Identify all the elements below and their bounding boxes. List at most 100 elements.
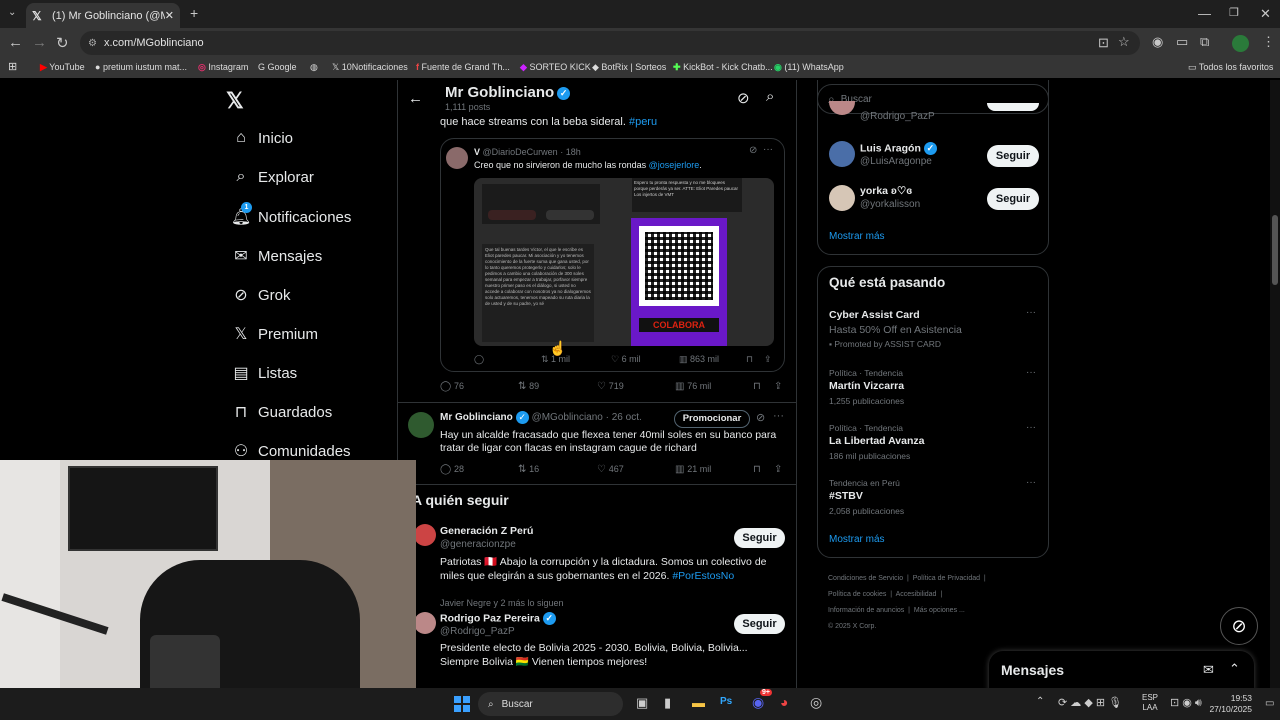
replies-stat[interactable]: ◯ 76: [440, 381, 464, 392]
share-icon[interactable]: ⇪: [774, 381, 782, 392]
site-info-icon[interactable]: ⚙: [88, 38, 97, 49]
quote-like-stat[interactable]: ♡ 6 mil: [611, 354, 641, 365]
nav-guardados[interactable]: ⊓ Guardados: [228, 402, 332, 422]
follow-button[interactable]: Seguir: [734, 614, 785, 634]
quote-views-stat[interactable]: ▥ 863 mil: [679, 354, 719, 365]
show-more-link[interactable]: Mostrar más: [829, 534, 885, 545]
tab-menu-icon[interactable]: ⌄: [8, 7, 16, 18]
more-icon[interactable]: ···: [1026, 422, 1036, 433]
follow-button[interactable]: Seguir: [987, 145, 1039, 167]
reply-icon[interactable]: ◯: [474, 354, 484, 365]
tray-chevron-icon[interactable]: ⌃: [1036, 696, 1044, 707]
hashtag-link[interactable]: #peru: [629, 116, 657, 128]
bookmark-google[interactable]: G Google: [258, 62, 297, 72]
bookmark-botrix[interactable]: ◆ BotRix | Sorteos: [592, 62, 666, 73]
extension-icon[interactable]: ◉: [1152, 34, 1163, 50]
back-arrow-icon[interactable]: ←: [408, 90, 423, 107]
close-window-icon[interactable]: ✕: [1260, 6, 1271, 22]
promote-button[interactable]: Promocionar: [674, 410, 750, 428]
trend-name[interactable]: Cyber Assist Card: [829, 309, 920, 321]
bookmarks-folder[interactable]: ▭ Todos los favoritos: [1188, 62, 1273, 73]
tray-icons[interactable]: ⟳ ☁ ◆ ⊞ 🎙︎: [1058, 696, 1122, 709]
close-tab-icon[interactable]: ✕: [165, 9, 174, 22]
grok-small-icon[interactable]: ⊘: [749, 145, 757, 156]
nav-mensajes[interactable]: ✉ Mensajes: [228, 246, 322, 266]
user-avatar[interactable]: [829, 185, 855, 211]
grok-fab-icon[interactable]: ⊘: [1220, 607, 1258, 645]
apps-icon[interactable]: ⊞: [8, 60, 17, 73]
trend-name[interactable]: #STBV: [829, 490, 863, 502]
bookmark-icon[interactable]: ⊓: [753, 464, 761, 475]
start-icon[interactable]: [454, 696, 470, 712]
user-name[interactable]: Luis Aragón ✓: [860, 142, 937, 155]
bookmark-star-icon[interactable]: ☆: [1118, 34, 1130, 50]
grok-small-icon[interactable]: ⊘: [756, 411, 765, 424]
footer-link[interactable]: Más opciones ...: [914, 607, 965, 614]
footer-link[interactable]: Accesibilidad: [896, 591, 937, 598]
photoshop-icon[interactable]: Ps: [720, 696, 732, 707]
taskbar-search[interactable]: ⌕ Buscar: [478, 692, 623, 716]
new-message-icon[interactable]: ✉: [1203, 662, 1214, 678]
likes-stat[interactable]: ♡ 719: [597, 381, 624, 392]
bookmark-instagram[interactable]: ◎ Instagram: [198, 62, 248, 73]
nav-notificaciones[interactable]: 🔔︎ 1 Notificaciones: [228, 202, 351, 227]
bookmark-pretium[interactable]: ● pretium iustum mat...: [95, 62, 187, 72]
nav-comunidades[interactable]: ⚇ Comunidades: [228, 441, 351, 461]
nav-inicio[interactable]: ⌂ Inicio: [228, 129, 293, 147]
tweet2-avatar[interactable]: [408, 412, 434, 438]
extension2-icon[interactable]: ▭: [1176, 34, 1188, 50]
user-name[interactable]: Rodrigo Paz Pereira ✓: [440, 612, 556, 625]
more-icon[interactable]: ···: [763, 144, 773, 155]
share-icon[interactable]: ⇪: [774, 464, 782, 475]
extensions-puzzle-icon[interactable]: ⧉: [1200, 34, 1209, 50]
forward-icon[interactable]: →: [32, 34, 47, 51]
user-name[interactable]: yorka ʚ♡ɞ: [860, 185, 912, 197]
footer-link[interactable]: Información de anuncios: [828, 607, 904, 614]
expand-icon[interactable]: ⌃: [1229, 661, 1240, 677]
quote-card[interactable]: V @DiarioDeCurwen · 18h ⊘ ··· Creo que n…: [440, 138, 785, 372]
bookmark-fuente[interactable]: f Fuente de Grand Th...: [416, 62, 510, 72]
notification-icon[interactable]: ▭: [1265, 698, 1274, 709]
footer-link[interactable]: Política de Privacidad: [913, 575, 980, 582]
follow-button[interactable]: Seguir: [987, 188, 1039, 210]
trend-name[interactable]: La Libertad Avanza: [829, 435, 925, 447]
bookmark-10notificaciones[interactable]: 𝕏 10Notificaciones: [332, 62, 408, 73]
file-explorer-icon[interactable]: ▬: [692, 695, 705, 710]
bookmark-youtube[interactable]: ▶ YouTube: [40, 62, 85, 73]
user-avatar[interactable]: [414, 612, 436, 634]
nav-explorar[interactable]: ⌕ Explorar: [228, 168, 314, 186]
task-view-icon[interactable]: ▣: [636, 695, 648, 711]
quote-avatar[interactable]: [446, 147, 468, 169]
app2-icon[interactable]: ◎: [810, 694, 822, 711]
install-icon[interactable]: ⊡: [1098, 35, 1109, 51]
retweets-stat[interactable]: ⇅ 89: [518, 381, 539, 392]
chrome-icon[interactable]: ◕: [780, 694, 788, 710]
more-icon[interactable]: ···: [1026, 477, 1036, 488]
quote-image[interactable]: Que tal buenas tardes Victor, el que le …: [474, 178, 774, 346]
messages-drawer[interactable]: Mensajes ✉ ⌃: [989, 651, 1254, 688]
more-icon[interactable]: ···: [1026, 307, 1036, 318]
scrollbar-thumb[interactable]: [1272, 215, 1278, 285]
user-avatar[interactable]: [829, 101, 855, 115]
bookmark-kickbot[interactable]: ✚ KickBot - Kick Chatb...: [673, 62, 773, 73]
bookmark-whatsapp[interactable]: ◉ (11) WhatsApp: [774, 62, 844, 73]
network-icon[interactable]: ⊡ ◉ 🔊︎: [1170, 696, 1202, 710]
likes-stat[interactable]: ♡ 467: [597, 464, 624, 475]
more-icon[interactable]: ···: [1026, 367, 1036, 378]
reload-icon[interactable]: ↻: [56, 34, 69, 52]
back-icon[interactable]: ←: [8, 34, 23, 51]
url-field[interactable]: ⚙ x.com/MGoblinciano: [80, 31, 1140, 55]
bookmark-icon[interactable]: ⊓: [746, 354, 753, 365]
discord-icon[interactable]: ◉ 9+: [752, 689, 772, 711]
language-indicator[interactable]: ESP LAA: [1142, 693, 1158, 713]
views-stat[interactable]: ▥ 21 mil: [675, 464, 711, 475]
new-tab-icon[interactable]: +: [190, 5, 198, 21]
search-header-icon[interactable]: ⌕: [766, 88, 774, 105]
restore-icon[interactable]: ❐: [1229, 6, 1239, 19]
show-more-link[interactable]: Mostrar más: [829, 231, 885, 242]
views-stat[interactable]: ▥ 76 mil: [675, 381, 711, 392]
bookmark-sorteo-kick[interactable]: ◆ SORTEO KICK: [520, 62, 591, 73]
footer-link[interactable]: Política de cookies: [828, 591, 886, 598]
tab-active[interactable]: 𝕏 (1) Mr Goblinciano (@MGoblinc ✕: [26, 3, 180, 28]
more-icon[interactable]: ···: [773, 410, 784, 422]
